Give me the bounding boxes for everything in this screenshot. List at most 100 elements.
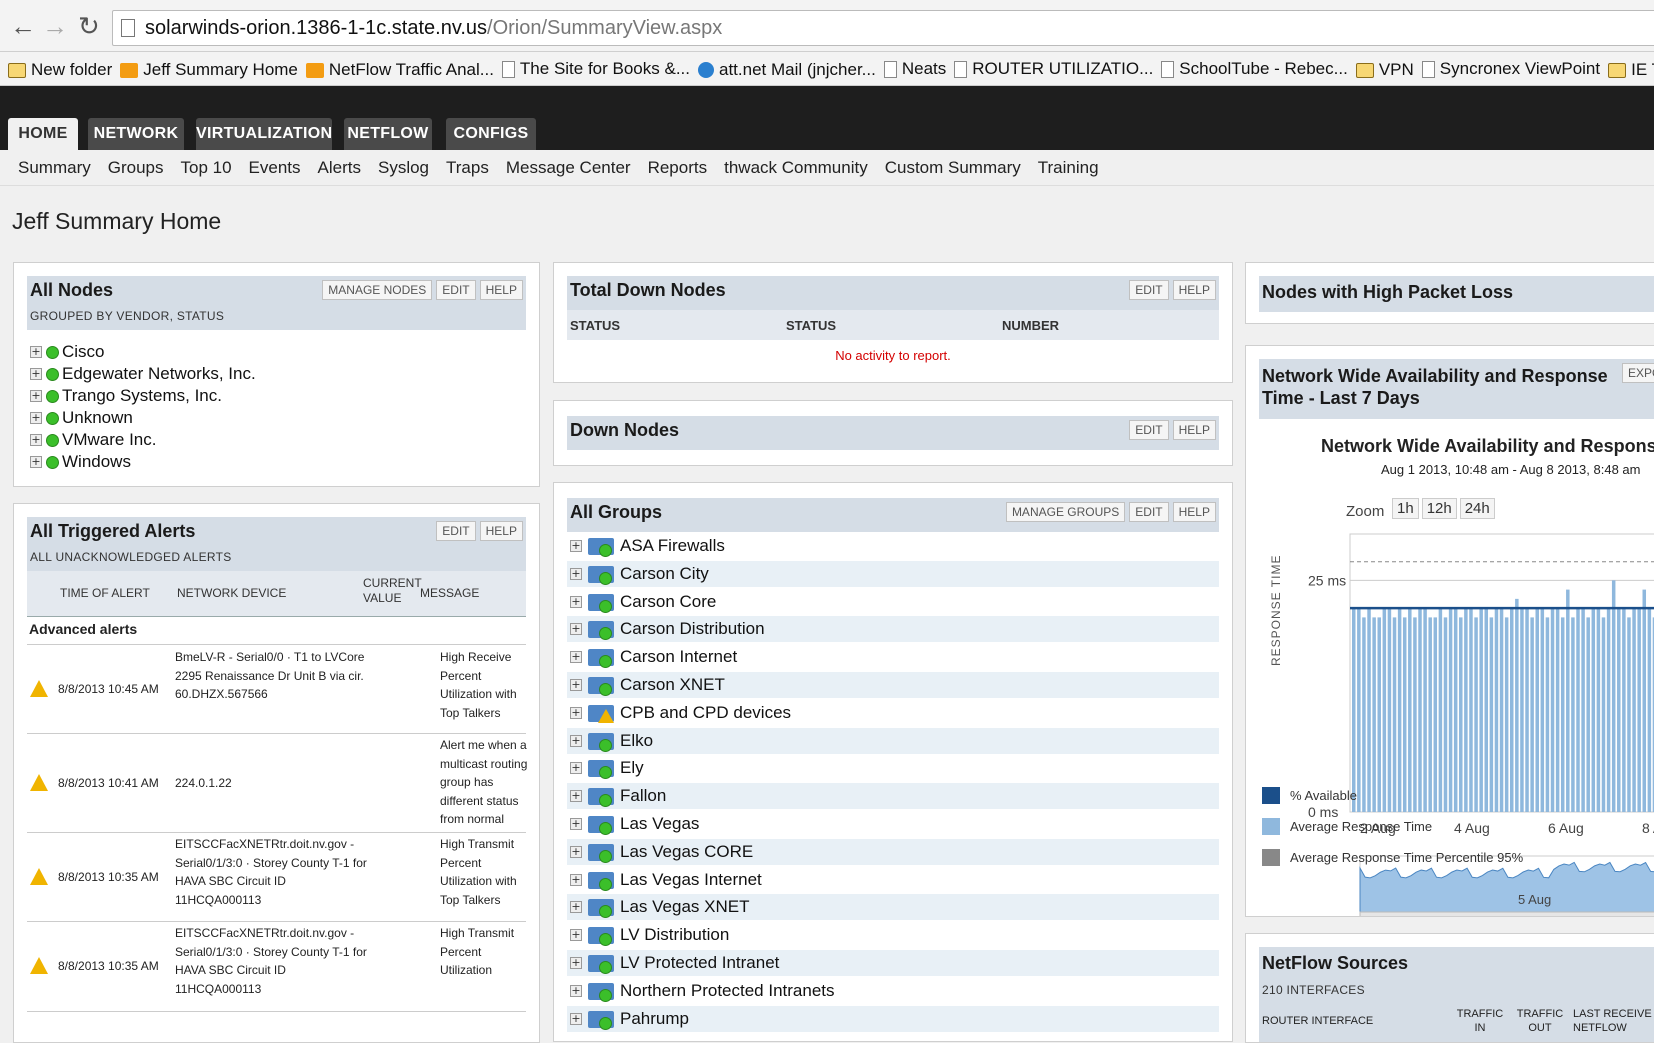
expand-icon[interactable]: + xyxy=(30,412,42,424)
bookmark-item[interactable]: Syncronex ViewPoint xyxy=(1421,52,1600,85)
reload-icon[interactable]: ↻ xyxy=(78,12,100,40)
node-vendor-row[interactable]: + Windows xyxy=(30,451,256,473)
tab-home[interactable]: HOME xyxy=(8,118,78,150)
edit-button[interactable]: EDIT xyxy=(436,521,476,541)
expand-icon[interactable]: + xyxy=(30,456,42,468)
col-traffic-out[interactable]: TRAFFIC OUT xyxy=(1515,1007,1565,1035)
node-vendor-row[interactable]: + VMware Inc. xyxy=(30,429,256,451)
group-row[interactable]: + Northern Protected Intranets xyxy=(567,978,1219,1004)
expand-icon[interactable]: + xyxy=(570,706,582,719)
expand-icon[interactable]: + xyxy=(570,651,582,664)
subnav-item[interactable]: thwack Community xyxy=(724,150,868,186)
node-vendor-row[interactable]: + Trango Systems, Inc. xyxy=(30,385,256,407)
expand-icon[interactable]: + xyxy=(570,845,582,858)
legend-item[interactable]: Average Response Time Percentile 95% xyxy=(1262,849,1523,866)
help-button[interactable]: HELP xyxy=(479,521,523,541)
bookmark-item[interactable]: Jeff Summary Home xyxy=(120,53,298,85)
subnav-item[interactable]: Custom Summary xyxy=(885,150,1021,186)
subnav-item[interactable]: Top 10 xyxy=(180,150,231,186)
expand-icon[interactable]: + xyxy=(570,679,582,691)
edit-button[interactable]: EDIT xyxy=(436,280,476,300)
edit-button[interactable]: EDIT xyxy=(1129,502,1169,522)
node-vendor-row[interactable]: + Unknown xyxy=(30,407,256,429)
expand-icon[interactable]: + xyxy=(30,390,42,402)
group-row[interactable]: + ASA Firewalls xyxy=(567,533,1219,559)
col-router-interface[interactable]: ROUTER INTERFACE xyxy=(1262,1015,1373,1027)
expand-icon[interactable]: + xyxy=(570,790,582,803)
url-field[interactable]: solarwinds-orion.1386-1-1c.state.nv.us/O… xyxy=(112,10,1654,46)
alert-device[interactable]: BmeLV-R - Serial0/0 · T1 to LVCore 2295 … xyxy=(175,648,367,704)
expand-icon[interactable]: + xyxy=(570,540,582,552)
group-row[interactable]: + Carson Core xyxy=(567,589,1219,615)
group-row[interactable]: + Las Vegas xyxy=(567,811,1219,837)
tab-network[interactable]: NETWORK xyxy=(88,118,184,150)
expand-icon[interactable]: + xyxy=(30,368,42,380)
group-row[interactable]: + LV Protected Intranet xyxy=(567,950,1219,976)
export-button[interactable]: EXPOR xyxy=(1622,363,1654,383)
expand-icon[interactable]: + xyxy=(30,434,42,446)
group-row[interactable]: + Carson City xyxy=(567,560,1219,587)
bookmark-item[interactable]: NetFlow Traffic Anal... xyxy=(305,53,494,85)
expand-icon[interactable]: + xyxy=(570,957,582,969)
legend-item[interactable]: Average Response Time xyxy=(1262,818,1432,835)
group-row[interactable]: + Carson Distribution xyxy=(567,616,1219,643)
expand-icon[interactable]: + xyxy=(570,901,582,914)
col-time[interactable]: TIME OF ALERT xyxy=(60,586,150,600)
subnav-item[interactable]: Message Center xyxy=(506,150,631,186)
expand-icon[interactable]: + xyxy=(570,762,582,775)
group-row[interactable]: + CPB and CPD devices xyxy=(567,700,1219,726)
expand-icon[interactable]: + xyxy=(570,734,582,747)
manage-groups-button[interactable]: MANAGE GROUPS xyxy=(1005,502,1126,522)
alert-device[interactable]: EITSCCFacXNETRtr.doit.nv.gov - Serial0/1… xyxy=(175,924,367,998)
node-vendor-row[interactable]: + Edgewater Networks, Inc. xyxy=(30,363,256,385)
alert-device[interactable]: EITSCCFacXNETRtr.doit.nv.gov - Serial0/1… xyxy=(175,835,367,909)
expand-icon[interactable]: + xyxy=(570,873,582,886)
legend-item[interactable]: % Available xyxy=(1262,787,1357,804)
col-device[interactable]: NETWORK DEVICE xyxy=(177,586,286,600)
expand-icon[interactable]: + xyxy=(570,984,582,997)
manage-nodes-button[interactable]: MANAGE NODES xyxy=(322,280,433,300)
subnav-item[interactable]: Training xyxy=(1038,150,1099,186)
bookmark-item[interactable]: IE Tab xyxy=(1608,53,1654,85)
group-row[interactable]: + Las Vegas XNET xyxy=(567,894,1219,921)
bookmark-item[interactable]: VPN xyxy=(1355,53,1414,85)
help-button[interactable]: HELP xyxy=(479,280,523,300)
tab-netflow[interactable]: NETFLOW xyxy=(344,118,432,150)
bookmark-item[interactable]: The Site for Books &... xyxy=(501,52,690,85)
group-row[interactable]: + Ely xyxy=(567,755,1219,781)
subnav-item[interactable]: Summary xyxy=(18,150,91,186)
subnav-item[interactable]: Syslog xyxy=(378,150,429,186)
help-button[interactable]: HELP xyxy=(1172,502,1216,522)
help-button[interactable]: HELP xyxy=(1172,280,1216,300)
col-traffic-in[interactable]: TRAFFIC IN xyxy=(1455,1007,1505,1035)
subnav-item[interactable]: Reports xyxy=(648,150,708,186)
bookmark-item[interactable]: New folder xyxy=(8,53,112,85)
tab-configs[interactable]: CONFIGS xyxy=(446,118,536,150)
forward-arrow-icon[interactable]: → xyxy=(42,12,68,40)
group-row[interactable]: + Elko xyxy=(567,727,1219,754)
edit-button[interactable]: EDIT xyxy=(1129,280,1169,300)
expand-icon[interactable]: + xyxy=(570,818,582,830)
node-vendor-row[interactable]: + Cisco xyxy=(30,341,256,363)
group-row[interactable]: + Fallon xyxy=(567,783,1219,810)
group-row[interactable]: + Carson XNET xyxy=(567,672,1219,698)
bookmark-item[interactable]: att.net Mail (jnjcher... xyxy=(698,53,876,86)
subnav-item[interactable]: Alerts xyxy=(318,150,361,186)
bookmark-item[interactable]: Neats xyxy=(883,52,946,85)
col-last-receive[interactable]: LAST RECEIVE NETFLOW xyxy=(1573,1007,1654,1035)
expand-icon[interactable]: + xyxy=(570,929,582,942)
expand-icon[interactable]: + xyxy=(570,567,582,580)
group-row[interactable]: + LV Distribution xyxy=(567,922,1219,948)
col-current-value[interactable]: CURRENT VALUE xyxy=(363,576,421,606)
help-button[interactable]: HELP xyxy=(1172,420,1216,440)
back-arrow-icon[interactable]: ← xyxy=(10,12,36,40)
tab-virtualization[interactable]: VIRTUALIZATION xyxy=(196,118,332,150)
bookmark-item[interactable]: SchoolTube - Rebec... xyxy=(1161,52,1348,85)
col-message[interactable]: MESSAGE xyxy=(420,586,479,600)
group-row[interactable]: + Las Vegas CORE xyxy=(567,838,1219,865)
group-row[interactable]: + Carson Internet xyxy=(567,644,1219,670)
expand-icon[interactable]: + xyxy=(570,1012,582,1025)
subnav-item[interactable]: Events xyxy=(249,150,301,186)
bookmark-item[interactable]: ROUTER UTILIZATIO... xyxy=(954,52,1153,85)
subnav-item[interactable]: Groups xyxy=(108,150,164,186)
